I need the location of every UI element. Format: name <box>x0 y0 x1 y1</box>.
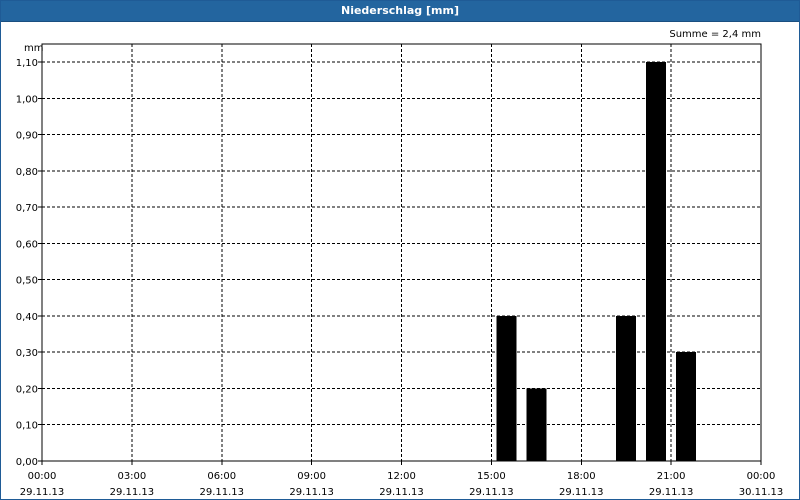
x-tick-date: 30.11.13 <box>739 487 784 498</box>
y-tick-label: 1,10 <box>16 58 38 69</box>
sum-label: Summe = 2,4 mm <box>669 29 761 40</box>
precipitation-bar <box>676 352 697 461</box>
x-tick-time: 09:00 <box>297 471 326 482</box>
x-tick-date: 29.11.13 <box>649 487 694 498</box>
y-tick-label: 0,60 <box>16 239 38 250</box>
x-tick-date: 29.11.13 <box>379 487 424 498</box>
y-tick-label: 0,70 <box>16 203 38 214</box>
x-tick-time: 18:00 <box>567 471 596 482</box>
x-tick-time: 03:00 <box>117 471 146 482</box>
y-tick-label: 0,30 <box>16 348 38 359</box>
y-tick-label: 0,50 <box>16 276 38 287</box>
x-tick-date: 29.11.13 <box>110 487 155 498</box>
precipitation-bar <box>496 315 517 461</box>
x-tick-time: 12:00 <box>387 471 416 482</box>
x-tick-time: 00:00 <box>28 471 57 482</box>
y-axis-label: mm <box>24 43 43 54</box>
x-tick-time: 15:00 <box>477 471 506 482</box>
y-tick-label: 0,00 <box>16 457 38 468</box>
precipitation-chart: 0,00 0,10 0,20 0,30 0,40 0,50 0,60 0,70 0,80 0,90… <box>16 29 784 498</box>
x-tick-time: 21:00 <box>657 471 686 482</box>
y-tick-label: 0,90 <box>16 131 38 142</box>
x-tick-date: 29.11.13 <box>199 487 244 498</box>
x-tick-time: 00:00 <box>747 471 776 482</box>
precipitation-bar <box>616 315 637 461</box>
x-tick-date: 29.11.13 <box>289 487 334 498</box>
chart-window: Niederschlag [mm] 0,00 0,10 0,20 0,30 0,40 0,… <box>0 0 800 500</box>
y-tick-label: 1,00 <box>16 94 38 105</box>
bars <box>496 62 697 461</box>
y-tick-label: 0,40 <box>16 312 38 323</box>
y-tick-label: 0,80 <box>16 167 38 178</box>
y-tick-label: 0,20 <box>16 384 38 395</box>
precipitation-bar <box>526 388 547 461</box>
x-tick-date: 29.11.13 <box>559 487 604 498</box>
y-tick-label: 0,10 <box>16 421 38 432</box>
x-tick-time: 06:00 <box>207 471 236 482</box>
x-tick-date: 29.11.13 <box>469 487 514 498</box>
precipitation-bar <box>646 62 667 461</box>
axes: 0,00 0,10 0,20 0,30 0,40 0,50 0,60 0,70 0,80 0,90… <box>16 43 784 498</box>
x-tick-date: 29.11.13 <box>20 487 65 498</box>
